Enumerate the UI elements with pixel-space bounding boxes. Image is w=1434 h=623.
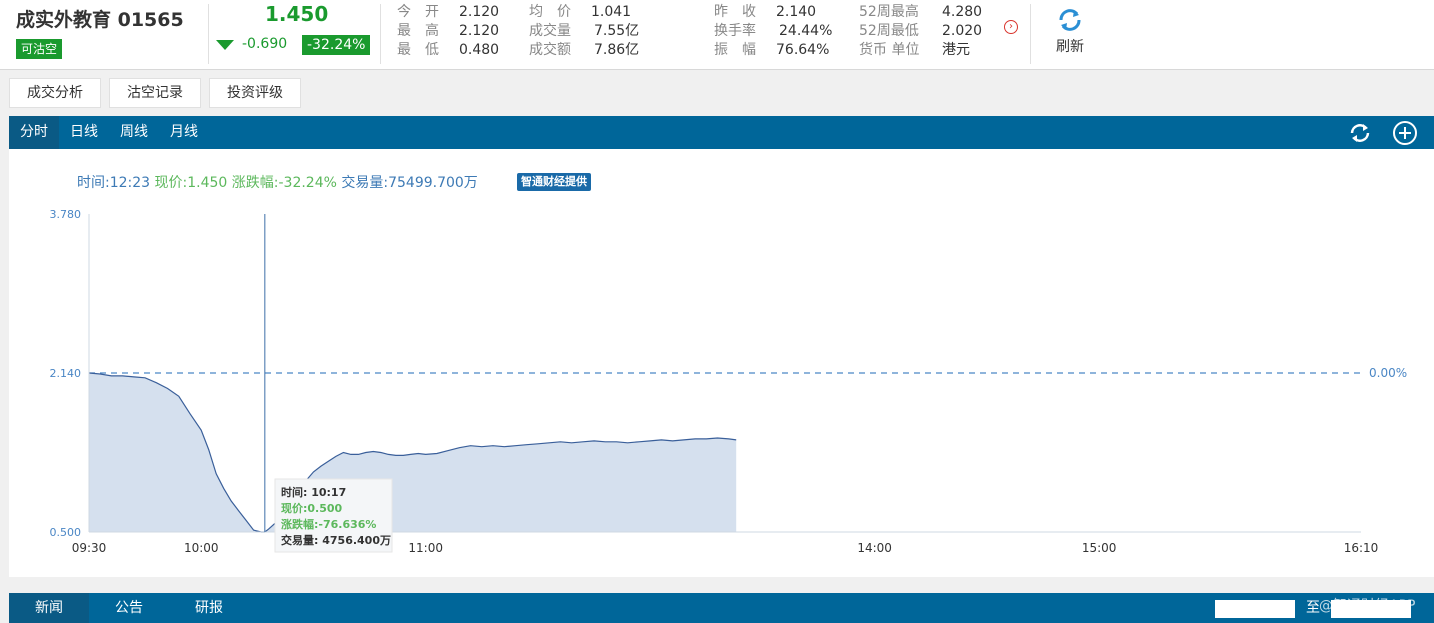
stat-high: 最 高 2.120 <box>397 22 499 41</box>
y-tick-label: 0.500 <box>50 526 82 539</box>
price-area <box>89 373 737 532</box>
stat-value: 24.44% <box>779 23 833 39</box>
x-tick-label: 09:30 <box>72 541 107 555</box>
tab-investment-rating[interactable]: 投资评级 <box>209 78 301 108</box>
divider <box>208 4 209 64</box>
refresh-button[interactable]: 刷新 <box>1048 6 1092 60</box>
divider <box>380 4 381 64</box>
date-to-label: 至 <box>1306 600 1320 616</box>
tooltip-volume: 交易量: 4756.400万 <box>281 533 391 547</box>
stat-label: 货币 单位 <box>859 42 920 58</box>
news-tab-bar: 新闻 公告 研报 至 @智通财经APP <box>9 593 1434 623</box>
chevron-right-icon[interactable]: › <box>1004 20 1018 34</box>
price-change-percent: -32.24% <box>302 35 371 55</box>
y-tick-label: 2.140 <box>50 367 82 380</box>
tab-intraday[interactable]: 分时 <box>9 116 59 149</box>
chart-tooltip: 时间: 10:17 现价:0.500 涨跌幅:-76.636% 交易量: 475… <box>274 478 393 553</box>
stat-value: 2.020 <box>942 23 983 39</box>
chart-period-bar: 分时 日线 周线 月线 <box>9 116 1434 149</box>
stat-label: 最 低 <box>397 42 439 58</box>
stat-value: 4.280 <box>942 4 983 20</box>
divider <box>1030 4 1031 64</box>
tab-research[interactable]: 研报 <box>169 593 249 623</box>
stat-label: 52周最高 <box>859 4 919 20</box>
stat-turnover-rate: 换手率 24.44% <box>714 22 832 41</box>
stat-turnover: 成交额 7.86亿 <box>529 41 639 60</box>
tab-daily[interactable]: 日线 <box>59 116 109 149</box>
stat-low: 最 低 0.480 <box>397 41 499 60</box>
stat-label: 振 幅 <box>714 42 756 58</box>
stat-value: 76.64% <box>776 42 830 58</box>
tab-announcements[interactable]: 公告 <box>89 593 169 623</box>
stat-value: 0.480 <box>459 42 500 58</box>
tab-trade-analysis[interactable]: 成交分析 <box>9 78 101 108</box>
date-from-input[interactable] <box>1215 600 1295 618</box>
stat-label: 昨 收 <box>714 4 756 20</box>
stat-avg-price: 均 价 1.041 <box>529 3 631 22</box>
stat-label: 成交额 <box>529 42 571 58</box>
x-tick-label: 15:00 <box>1082 541 1117 555</box>
stat-label: 换手率 <box>714 23 756 39</box>
down-arrow-icon <box>216 40 234 50</box>
y-tick-label: 3.780 <box>50 208 82 221</box>
stat-label: 今 开 <box>397 4 439 20</box>
add-icon[interactable] <box>1392 120 1418 146</box>
x-tick-label: 14:00 <box>857 541 892 555</box>
stat-label: 52周最低 <box>859 23 919 39</box>
tooltip-time: 时间: 10:17 <box>281 485 346 499</box>
intraday-chart[interactable]: 0.00% 3.780 2.140 0.500 09:30 10:00 11:00 14:0… <box>9 149 1434 577</box>
stat-label: 均 价 <box>529 4 571 20</box>
stat-value: 2.140 <box>776 4 817 20</box>
refresh-icon[interactable] <box>1347 120 1373 146</box>
current-price: 1.450 <box>265 2 329 26</box>
stat-value: 1.041 <box>591 4 632 20</box>
watermark: @智通财经APP <box>1319 598 1416 614</box>
x-tick-label: 10:00 <box>184 541 219 555</box>
stat-volume: 成交量 7.55亿 <box>529 22 639 41</box>
stat-52w-high: 52周最高 4.280 <box>859 3 982 22</box>
stat-amplitude: 振 幅 76.64% <box>714 41 829 60</box>
tab-monthly[interactable]: 月线 <box>159 116 209 149</box>
price-change: -0.690 <box>242 36 288 52</box>
refresh-icon <box>1059 9 1081 31</box>
stat-value: 2.120 <box>459 4 500 20</box>
stat-value: 7.55亿 <box>594 23 640 39</box>
quote-header: 成实外教育 01565 可沽空 1.450 -0.690 -32.24% 今 开… <box>0 0 1434 70</box>
prev-close-label: 0.00% <box>1369 366 1407 380</box>
stat-open: 今 开 2.120 <box>397 3 499 22</box>
stat-52w-low: 52周最低 2.020 <box>859 22 982 41</box>
stock-name: 成实外教育 01565 <box>16 9 184 31</box>
x-tick-label: 16:10 <box>1344 541 1379 555</box>
tooltip-price: 现价:0.500 <box>281 502 343 515</box>
tab-short-records[interactable]: 沽空记录 <box>109 78 201 108</box>
stat-value: 港元 <box>942 42 970 58</box>
tab-weekly[interactable]: 周线 <box>109 116 159 149</box>
short-sell-badge: 可沽空 <box>16 39 63 59</box>
x-tick-label: 11:00 <box>408 541 443 555</box>
stat-label: 成交量 <box>529 23 571 39</box>
stat-label: 最 高 <box>397 23 439 39</box>
stat-prev-close: 昨 收 2.140 <box>714 3 816 22</box>
tooltip-change: 涨跌幅:-76.636% <box>281 517 376 531</box>
tab-news[interactable]: 新闻 <box>9 593 89 623</box>
stat-value: 2.120 <box>459 23 500 39</box>
refresh-label: 刷新 <box>1056 39 1084 55</box>
stat-currency: 货币 单位 港元 <box>859 41 970 60</box>
stat-value: 7.86亿 <box>594 42 640 58</box>
intraday-chart-panel: 时间:12:23 现价:1.450 涨跌幅:-32.24% 交易量:75499.… <box>9 149 1434 577</box>
